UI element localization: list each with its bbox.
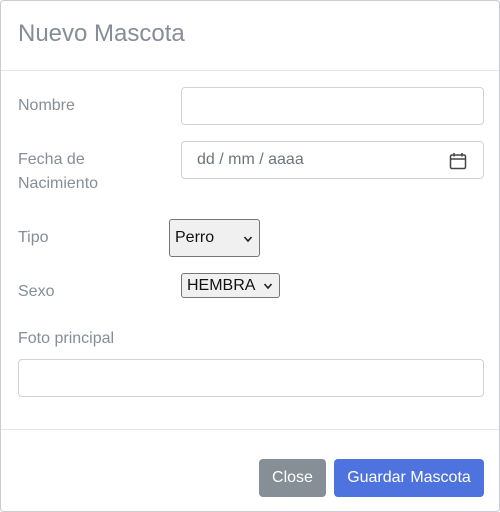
nombre-input[interactable]: [181, 87, 484, 125]
fecha-label-line2: Nacimiento: [18, 175, 99, 192]
fecha-nacimiento-input[interactable]: dd / mm / aaaa: [181, 141, 484, 179]
tipo-select[interactable]: Perro: [169, 219, 260, 257]
modal-header: Nuevo Mascota: [1, 1, 499, 71]
sexo-selected-value: HEMBRA: [187, 277, 256, 294]
tipo-label: Tipo: [18, 229, 49, 246]
new-pet-modal: Nuevo Mascota Nombre Fecha de Nacimiento…: [0, 0, 500, 512]
date-placeholder: dd / mm / aaaa: [197, 151, 304, 168]
calendar-icon[interactable]: [449, 152, 467, 170]
sexo-select[interactable]: HEMBRA: [181, 273, 280, 298]
tipo-selected-value: Perro: [175, 229, 215, 246]
modal-footer: Close Guardar Mascota: [1, 429, 499, 512]
foto-principal-input[interactable]: [18, 359, 484, 397]
sexo-label: Sexo: [18, 283, 55, 300]
close-button[interactable]: Close: [259, 459, 326, 497]
chevron-down-icon: [263, 283, 273, 290]
fecha-label-line1: Fecha de: [18, 151, 85, 168]
foto-label: Foto principal: [18, 330, 115, 347]
nombre-label: Nombre: [18, 97, 75, 114]
modal-title: Nuevo Mascota: [18, 20, 185, 47]
save-pet-button[interactable]: Guardar Mascota: [334, 459, 484, 497]
chevron-down-icon: [243, 236, 253, 243]
